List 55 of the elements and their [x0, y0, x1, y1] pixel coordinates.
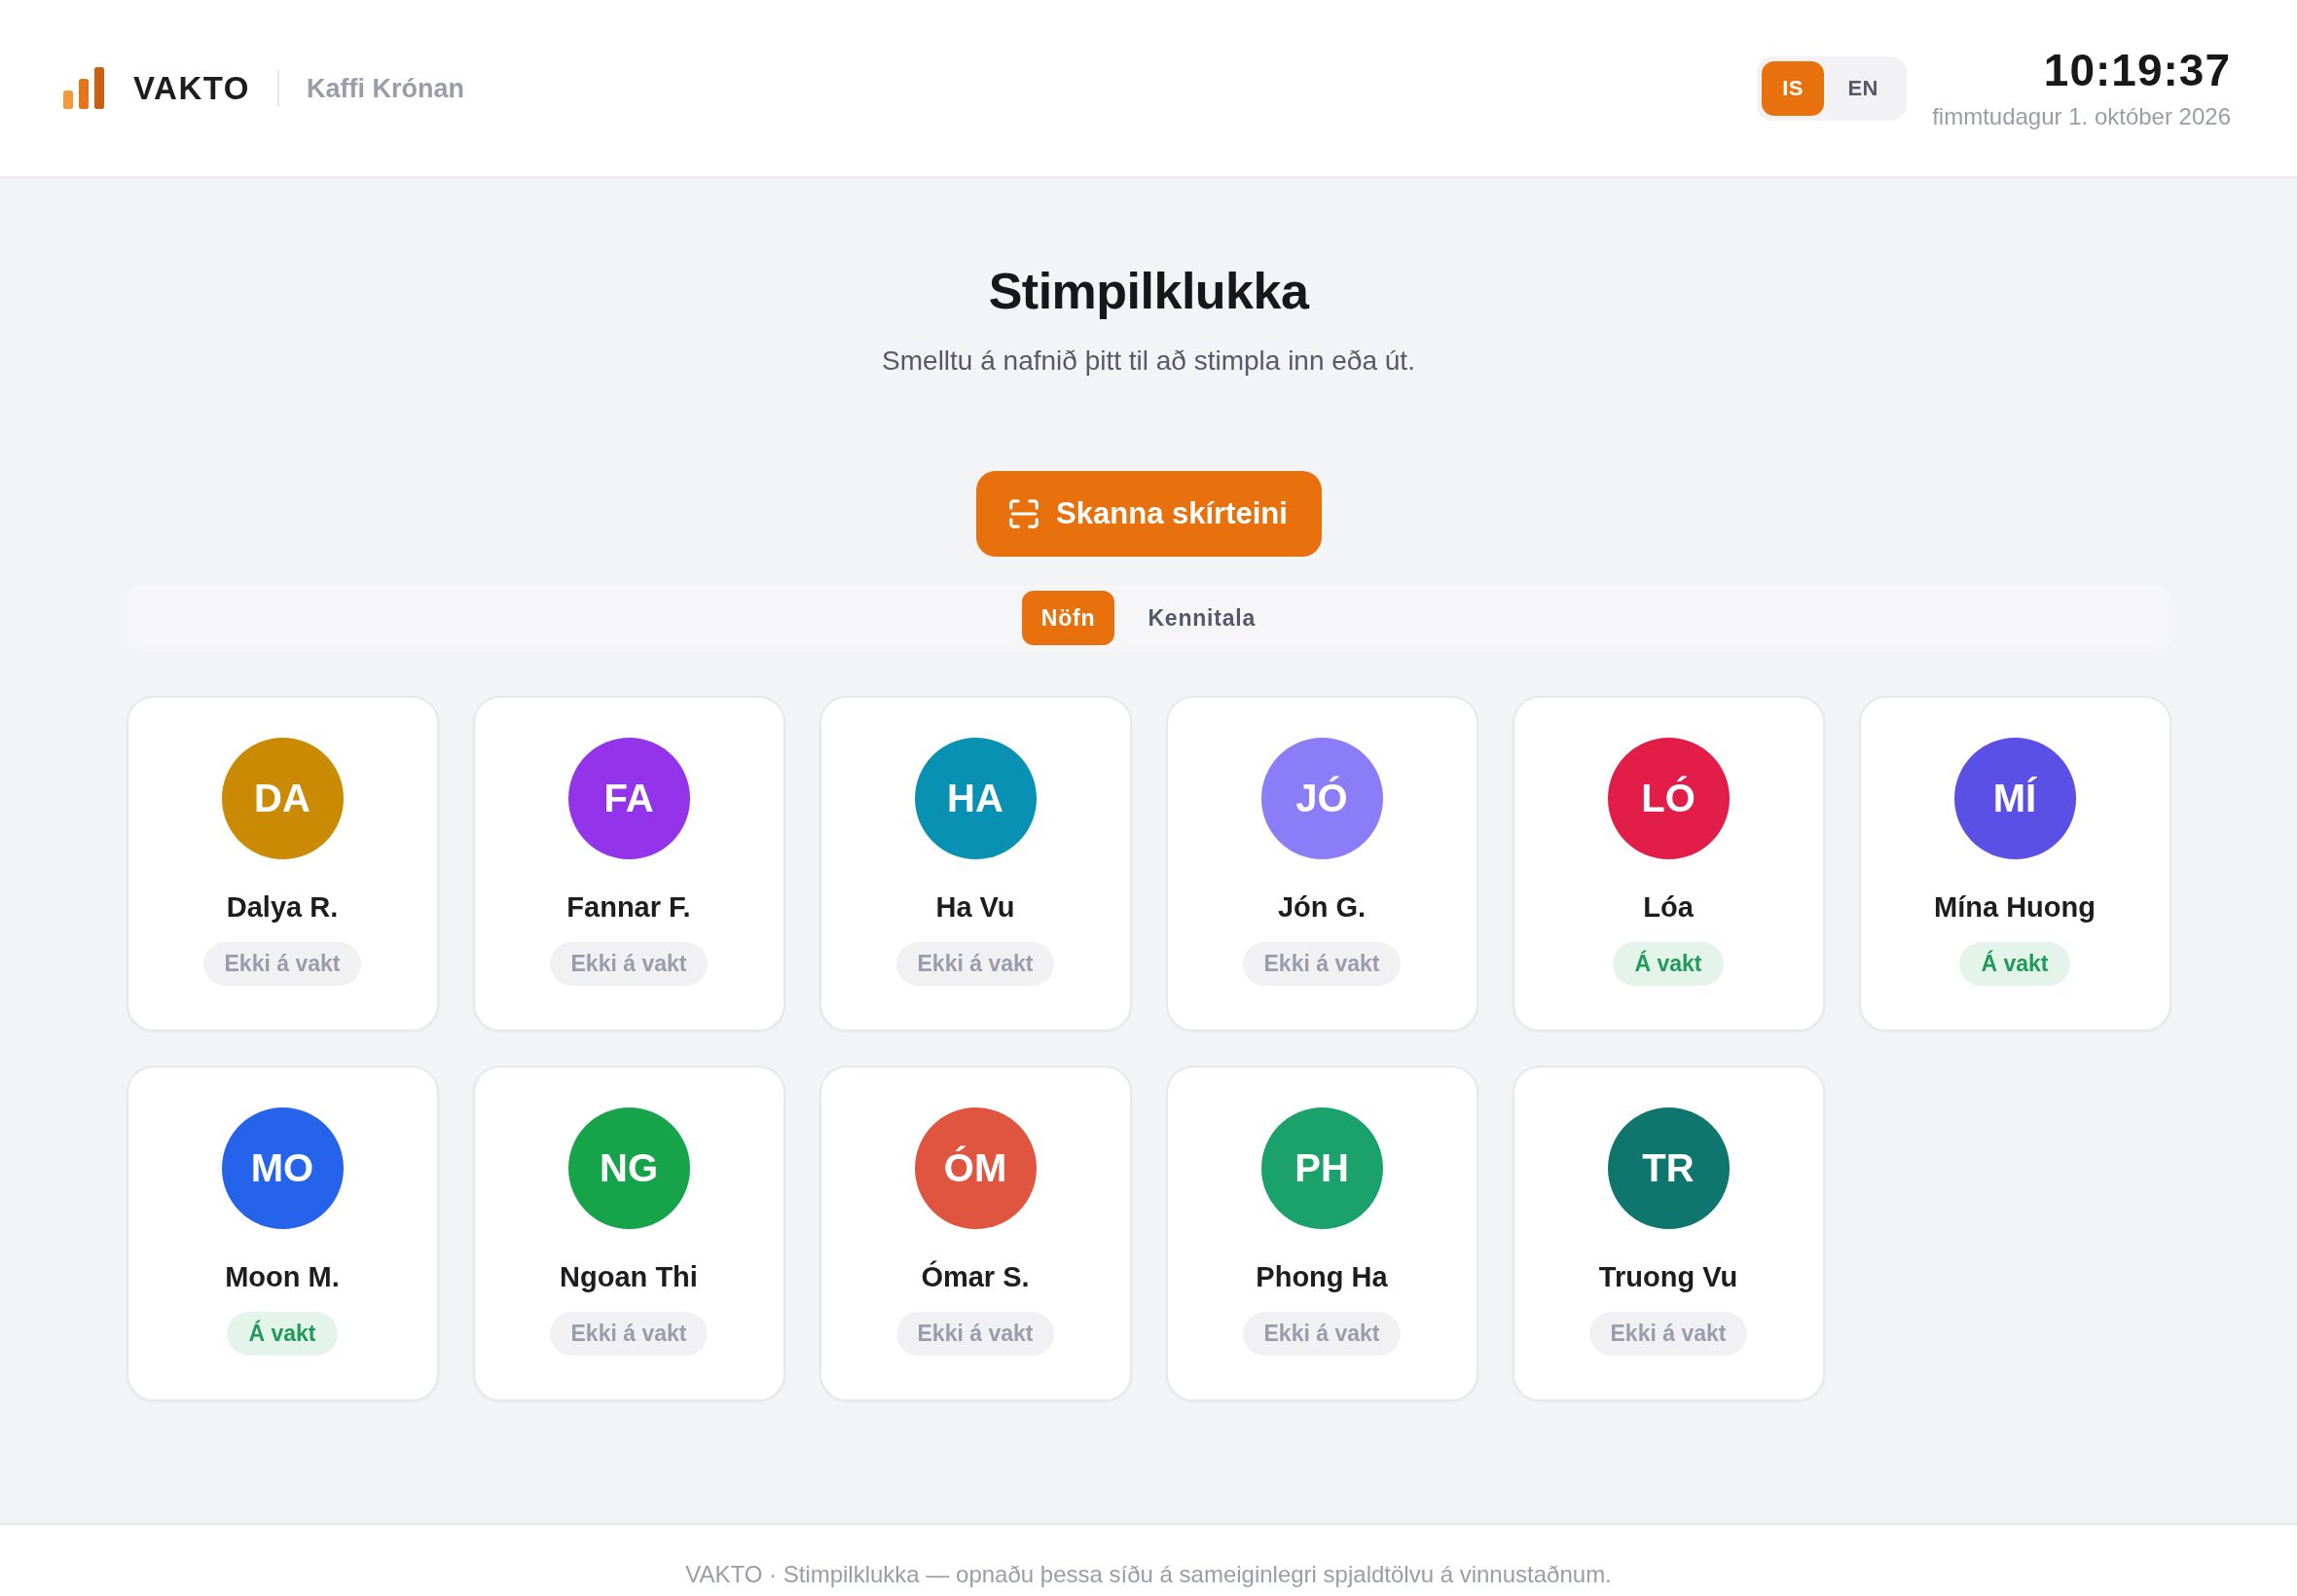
initials-avatar: LÓ — [1607, 738, 1730, 859]
employee-name: Mína Huong — [1934, 890, 2096, 925]
employee-card[interactable]: NG Ngoan Thi Ekki á vakt — [472, 1066, 785, 1401]
bar-chart-icon — [63, 67, 104, 109]
employee-card[interactable]: ÓM Ómar S. Ekki á vakt — [819, 1066, 1132, 1401]
shift-status: Ekki á vakt — [895, 1312, 1055, 1356]
initials-avatar: DA — [221, 738, 344, 859]
employee-name: Ómar S. — [921, 1259, 1030, 1294]
initials-avatar: HA — [914, 738, 1037, 859]
shift-status: Ekki á vakt — [1588, 1312, 1748, 1356]
initials-avatar: MO — [221, 1107, 344, 1229]
shift-status: Ekki á vakt — [1242, 942, 1402, 986]
employee-card[interactable]: HA Ha Vu Ekki á vakt — [819, 696, 1132, 1032]
footer-note: VAKTO · Stimpilklukka — opnaðu þessa síðu á sameiginlegri spjaldtölvu á vinnustaðnum. — [685, 1560, 1612, 1589]
brand-name: VAKTO — [133, 68, 250, 108]
employee-name: Dalya R. — [226, 890, 339, 925]
shift-status: Ekki á vakt — [202, 942, 362, 986]
initials-avatar: ÓM — [914, 1107, 1037, 1229]
employee-name: Fannar F. — [566, 890, 691, 925]
page-title: Stimpilklukka — [988, 262, 1309, 321]
initials-avatar: FA — [567, 738, 690, 859]
employee-name: Phong Ha — [1256, 1260, 1388, 1294]
initials-avatar: MÍ — [1953, 738, 2076, 859]
shift-status: Á vakt — [227, 1312, 338, 1356]
clock-date: fimmtudagur 1. október 2026 — [1932, 101, 2231, 131]
clock-time: 10:19:37 — [2043, 44, 2231, 95]
view-tab[interactable]: Kennitala — [1128, 591, 1276, 645]
shift-status: Ekki á vakt — [1242, 1312, 1402, 1356]
employee-name: Moon M. — [225, 1260, 340, 1294]
initials-avatar: TR — [1607, 1107, 1730, 1229]
employee-card[interactable]: MO Moon M. Á vakt — [126, 1066, 439, 1401]
scan-icon — [1009, 499, 1039, 528]
employee-card[interactable]: TR Truong Vu Ekki á vakt — [1512, 1066, 1825, 1401]
employee-card[interactable]: MÍ Mína Huong Á vakt — [1858, 696, 2171, 1032]
employee-name: Jón G. — [1277, 890, 1367, 925]
initials-avatar: JÓ — [1260, 738, 1383, 859]
employee-card[interactable]: LÓ Lóa Á vakt — [1512, 696, 1825, 1032]
page-subtitle: Smelltu á nafnið þitt til að stimpla inn eða út. — [882, 345, 1415, 378]
workplace-name: Kaffi Krónan — [306, 72, 464, 105]
shift-status: Ekki á vakt — [549, 1312, 709, 1356]
employee-name: Ha Vu — [935, 890, 1015, 925]
employee-name: Ngoan Thi — [560, 1260, 698, 1294]
shift-status: Á vakt — [1959, 942, 2070, 986]
initials-avatar: NG — [567, 1107, 690, 1229]
employee-name: Lóa — [1643, 890, 1694, 925]
employee-name: Truong Vu — [1598, 1260, 1738, 1294]
shift-status: Á vakt — [1613, 942, 1724, 986]
employee-card[interactable]: FA Fannar F. Ekki á vakt — [472, 696, 785, 1032]
shift-status: Ekki á vakt — [549, 942, 709, 986]
language-button[interactable]: EN — [1824, 60, 1903, 116]
employee-card[interactable]: JÓ Jón G. Ekki á vakt — [1165, 696, 1478, 1032]
shift-status: Ekki á vakt — [895, 942, 1055, 986]
employee-card[interactable]: PH Phong Ha Ekki á vakt — [1165, 1066, 1478, 1401]
initials-avatar: PH — [1260, 1107, 1383, 1229]
employee-card[interactable]: DA Dalya R. Ekki á vakt — [126, 696, 439, 1032]
